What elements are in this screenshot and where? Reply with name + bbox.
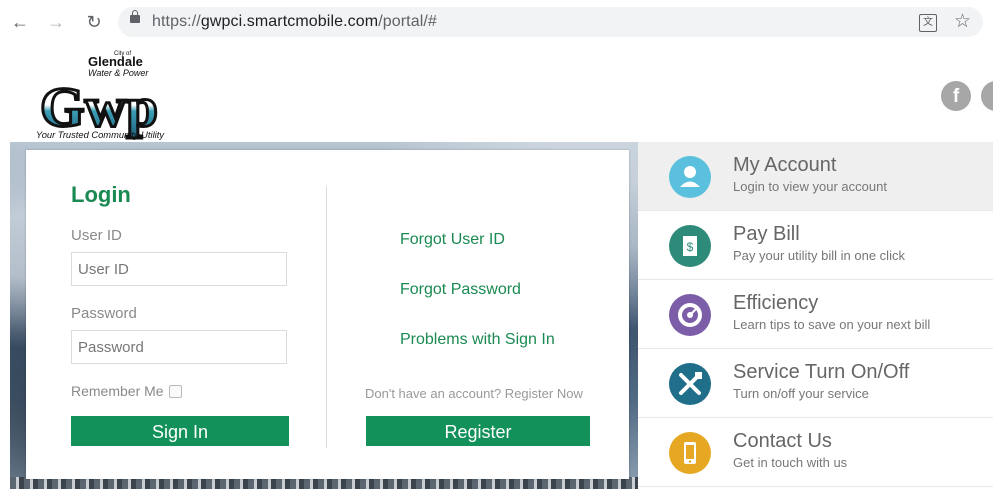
- forgot-user-id-link[interactable]: Forgot User ID: [400, 231, 505, 249]
- menu-subtitle: Learn tips to save on your next bill: [733, 317, 931, 332]
- menu-title: Service Turn On/Off: [733, 361, 910, 383]
- menu-subtitle: Login to view your account: [733, 179, 887, 194]
- remember-me-checkbox[interactable]: [169, 385, 182, 398]
- address-bar[interactable]: https://gwpci.smartcmobile.com/portal/# …: [118, 7, 983, 37]
- facebook-icon[interactable]: f: [941, 81, 971, 111]
- menu-subtitle: Get in touch with us: [733, 455, 848, 470]
- menu-title: Pay Bill: [733, 223, 800, 245]
- sign-in-button[interactable]: Sign In: [71, 416, 289, 446]
- vertical-divider: [326, 186, 327, 448]
- svg-text:$: $: [687, 240, 694, 254]
- url-text[interactable]: https://gwpci.smartcmobile.com/portal/#: [152, 13, 437, 31]
- forward-arrow-icon[interactable]: →: [44, 10, 68, 34]
- tools-icon: [669, 363, 711, 405]
- password-label: Password: [71, 305, 137, 322]
- logo-tagline: Your Trusted Community Utility: [36, 130, 165, 140]
- login-card: Login User ID Password Remember Me Sign …: [26, 150, 629, 479]
- quick-menu: My Account Login to view your account $ …: [638, 142, 993, 489]
- logo-name-text: Glendale: [88, 54, 143, 69]
- menu-subtitle: Pay your utility bill in one click: [733, 248, 905, 263]
- forgot-password-link[interactable]: Forgot Password: [400, 281, 521, 299]
- register-button[interactable]: Register: [366, 416, 590, 446]
- lock-icon: [130, 10, 140, 23]
- menu-item-contact-us[interactable]: Contact Us Get in touch with us: [638, 418, 993, 487]
- reload-icon[interactable]: ↻: [82, 10, 106, 34]
- no-account-text: Don't have an account? Register Now: [365, 386, 583, 401]
- phone-icon: [669, 432, 711, 474]
- back-arrow-icon[interactable]: ←: [8, 10, 32, 34]
- twitter-icon[interactable]: [981, 81, 993, 111]
- password-input[interactable]: [71, 330, 287, 364]
- dollar-bill-icon: $: [669, 225, 711, 267]
- user-id-label: User ID: [71, 227, 122, 244]
- menu-title: My Account: [733, 154, 837, 176]
- problems-sign-in-link[interactable]: Problems with Sign In: [400, 331, 555, 349]
- user-icon: [669, 156, 711, 198]
- site-header: City of Glendale Water & Power Gwp Your …: [0, 44, 993, 142]
- translate-icon[interactable]: 文: [919, 14, 937, 32]
- efficiency-icon: [669, 294, 711, 336]
- menu-title: Efficiency: [733, 292, 819, 314]
- bookmark-star-icon[interactable]: ☆: [954, 10, 971, 33]
- remember-me-label: Remember Me: [71, 383, 164, 399]
- menu-item-my-account[interactable]: My Account Login to view your account: [638, 142, 993, 211]
- menu-subtitle: Turn on/off your service: [733, 386, 869, 401]
- menu-item-service-turn-on-off[interactable]: Service Turn On/Off Turn on/off your ser…: [638, 349, 993, 418]
- login-title: Login: [71, 182, 131, 207]
- gwp-logo[interactable]: City of Glendale Water & Power Gwp Your …: [36, 48, 166, 140]
- browser-toolbar: ← → ↻ https://gwpci.smartcmobile.com/por…: [0, 0, 993, 45]
- user-id-input[interactable]: [71, 252, 287, 286]
- menu-item-pay-bill[interactable]: $ Pay Bill Pay your utility bill in one …: [638, 211, 993, 280]
- menu-title: Contact Us: [733, 430, 832, 452]
- menu-item-efficiency[interactable]: Efficiency Learn tips to save on your ne…: [638, 280, 993, 349]
